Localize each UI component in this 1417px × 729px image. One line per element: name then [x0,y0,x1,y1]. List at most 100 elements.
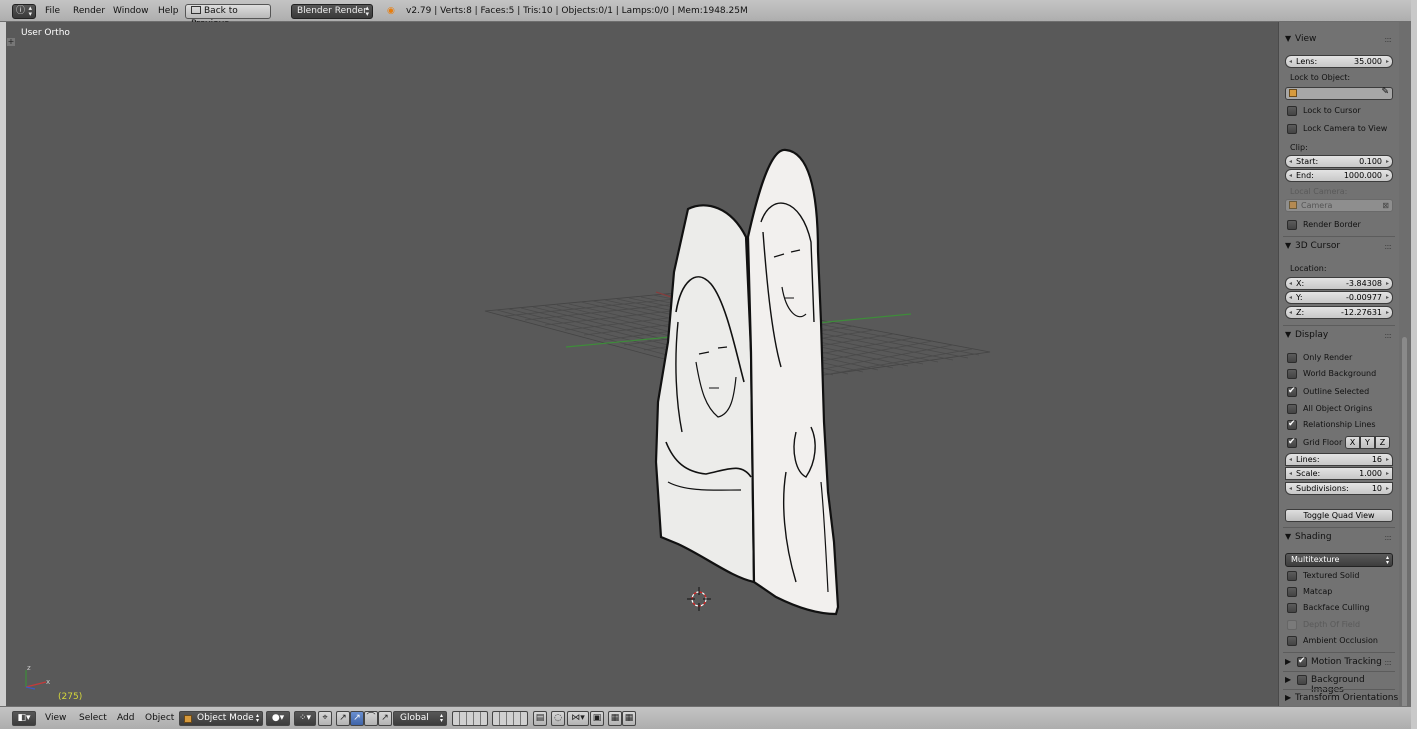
snap-icon: ⋈▾ [571,713,585,723]
lock-object-field[interactable]: ✎ [1285,87,1393,100]
lock-camera-to-view-checkbox[interactable] [1287,124,1297,134]
cursor-z-field[interactable]: ◂ Z: -12.27631 ▸ [1285,306,1393,319]
backface-culling-checkbox[interactable] [1287,603,1297,613]
proportional-edit-button[interactable]: ◌ [551,711,565,726]
grid-axis-z-toggle[interactable]: Z [1375,436,1390,449]
view-panel-header[interactable]: ▼ View [1285,34,1316,44]
lens-field[interactable]: ◂ Lens: 35.000 ▸ [1285,55,1393,68]
rotate-icon: ↗ [353,713,361,723]
right-arrow-icon: ▸ [1385,309,1389,316]
cursor-x-field[interactable]: ◂ X: -3.84308 ▸ [1285,277,1393,290]
pivot-point-select[interactable]: ⁘▾ [294,711,316,726]
render-border-label: Render Border [1303,220,1361,229]
grid-floor-checkbox[interactable] [1287,437,1297,448]
clear-icon: ⊠ [1382,201,1389,210]
layers-grid-1[interactable] [452,711,488,726]
background-images-panel-header[interactable]: ▶ [1285,675,1295,685]
menu-help[interactable]: Help [158,4,179,19]
render-border-checkbox[interactable] [1287,220,1297,230]
menu-render[interactable]: Render [73,4,105,19]
depth-of-field-label: Depth Of Field [1303,620,1361,629]
transform-orientations-panel-header[interactable]: ▶ Transform Orientations [1285,693,1398,703]
only-render-checkbox[interactable] [1287,353,1297,363]
motion-tracking-panel-header[interactable]: ▶ [1285,657,1295,667]
grid-axis-y-toggle[interactable]: Y [1360,436,1375,449]
menu-select[interactable]: Select [79,713,107,723]
drag-handle-icon[interactable]: :::: [1384,533,1392,542]
grid-lines-field[interactable]: ◂ Lines: 16 ▸ [1285,453,1393,466]
cursor-y-field[interactable]: ◂ Y: -0.00977 ▸ [1285,291,1393,304]
manipulator-toggle[interactable]: ⌖ [318,711,332,726]
menu-view[interactable]: View [45,713,66,723]
mode-select[interactable]: Object Mode ▴ ▾ [179,711,263,726]
scale-tool-button[interactable]: ↗ [378,711,392,726]
axis-gizmo: z x [25,664,50,690]
viewport-scene: z x [25,148,991,690]
snap-toggle-button[interactable]: ⋈▾ [567,711,589,726]
relationship-lines-checkbox[interactable] [1287,419,1297,430]
scrollbar-thumb[interactable] [1402,337,1407,717]
transform-orientation-select[interactable]: Global ▴ ▾ [393,711,447,726]
world-background-checkbox[interactable] [1287,369,1297,379]
local-camera-label: Local Camera: [1290,187,1348,196]
snap-target-icon: ▣ [592,713,602,723]
eyedropper-icon[interactable]: ✎ [1381,87,1389,97]
lock-to-cursor-label: Lock to Cursor [1303,106,1361,115]
layers-grid-2[interactable] [492,711,528,726]
collapsed-triangle-icon: ▶ [1285,693,1292,702]
toggle-quad-view-button[interactable]: Toggle Quad View [1285,509,1393,522]
menu-add[interactable]: Add [117,713,134,723]
render-engine-select[interactable]: Blender Render ▴ ▾ [291,4,373,19]
clip-start-field[interactable]: ◂ Start: 0.100 ▸ [1285,155,1393,168]
drag-handle-icon[interactable]: :::: [1384,242,1392,251]
camera-icon: ▦ [610,713,620,723]
shading-mode-select[interactable]: Multitexture ▴ ▾ [1285,553,1393,567]
layer-lock-button[interactable]: ▤ [533,711,547,726]
lock-camera-to-view-label: Lock Camera to View [1303,124,1388,133]
snap-target-button[interactable]: ▣ [590,711,604,726]
grid-axis-x-toggle[interactable]: X [1345,436,1360,449]
shading-panel-header[interactable]: ▼ Shading [1285,532,1332,542]
back-to-previous-button[interactable]: Back to Previous [185,4,271,29]
background-images-label: Background Images [1311,675,1365,695]
panel-scrollbar[interactable] [1399,22,1411,717]
outline-selected-checkbox[interactable] [1287,386,1297,397]
editor-type-button[interactable]: ◧▾ [12,711,36,726]
grid-subdivisions-field[interactable]: ◂ Subdivisions: 10 ▸ [1285,482,1393,495]
textured-solid-label: Textured Solid [1303,571,1360,580]
clip-end-field[interactable]: ◂ End: 1000.000 ▸ [1285,169,1393,182]
matcap-checkbox[interactable] [1287,587,1297,597]
menu-window[interactable]: Window [113,4,149,19]
background-images-checkbox[interactable] [1297,675,1307,685]
drag-handle-icon[interactable]: :::: [1384,658,1392,667]
drag-handle-icon[interactable]: :::: [1384,331,1392,340]
lock-to-object-label: Lock to Object: [1290,73,1351,82]
motion-tracking-checkbox[interactable] [1297,656,1307,667]
divider [1283,527,1395,528]
drag-handle-icon[interactable]: :::: [1384,35,1392,44]
render-animation-button[interactable]: ▦ [622,711,636,726]
display-panel-header[interactable]: ▼ Display [1285,330,1328,340]
ambient-occlusion-checkbox[interactable] [1287,636,1297,646]
scale-manipulator-button[interactable]: ⌒ [364,711,378,726]
viewport-shading-select[interactable]: ●▾ [266,711,290,726]
editor-type-button[interactable]: ⓘ ▴ ▾ [12,4,36,19]
ambient-occlusion-label: Ambient Occlusion [1303,636,1378,645]
collapsed-triangle-icon: ▶ [1285,675,1292,684]
translate-manipulator-button[interactable]: ↗ [336,711,350,726]
3d-cursor-panel-header[interactable]: ▼ 3D Cursor [1285,241,1340,251]
all-object-origins-checkbox[interactable] [1287,404,1297,414]
left-arrow-icon: ◂ [1289,58,1293,65]
lock-to-cursor-checkbox[interactable] [1287,106,1297,116]
menu-file[interactable]: File [45,4,60,19]
textured-solid-checkbox[interactable] [1287,571,1297,581]
menu-object[interactable]: Object [145,713,174,723]
grid-scale-field[interactable]: ◂ Scale: 1.000 ▸ [1285,467,1393,480]
3d-viewport[interactable]: User Ortho + z x (275) [6,22,1278,706]
render-still-button[interactable]: ▦ [608,711,622,726]
rotate-manipulator-button[interactable]: ↗ [350,711,364,726]
image-plane-object [654,148,840,616]
left-arrow-icon: ◂ [1289,172,1293,179]
collapsed-triangle-icon: ▶ [1285,657,1292,666]
divider [1283,689,1395,690]
